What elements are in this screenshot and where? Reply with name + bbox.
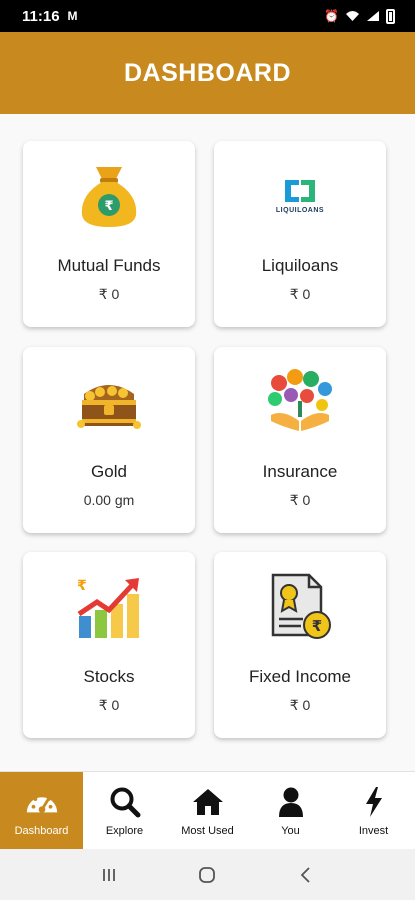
status-time: 11:16	[22, 7, 60, 25]
svg-text:₹: ₹	[77, 578, 87, 594]
svg-text:₹: ₹	[104, 199, 113, 214]
nav-most-used[interactable]: Most Used	[166, 772, 249, 849]
bottom-nav: Dashboard Explore Most Used You Invest	[0, 771, 415, 849]
status-right: ⏰	[324, 8, 395, 24]
dashboard-content: ₹ Mutual Funds ₹ 0 LIQUILOANS Liquiloans…	[0, 114, 415, 771]
card-title: Fixed Income	[248, 667, 352, 686]
system-nav-bar	[0, 849, 415, 900]
nav-you[interactable]: You	[249, 772, 332, 849]
nav-label: Invest	[358, 825, 389, 837]
speedometer-icon	[24, 784, 60, 820]
card-value: ₹ 0	[98, 286, 120, 302]
alarm-icon: ⏰	[324, 9, 339, 23]
card-title: Gold	[91, 462, 127, 481]
liquiloans-logo: LIQUILOANS	[265, 161, 335, 231]
mail-icon: M	[67, 9, 78, 23]
card-value: ₹ 0	[289, 286, 311, 302]
card-title: Stocks	[83, 667, 135, 686]
card-title: Liquiloans	[261, 256, 339, 275]
nav-label: You	[281, 825, 300, 837]
recent-apps-icon	[103, 868, 116, 881]
status-bar: 11:16 M ⏰	[0, 0, 415, 32]
recent-apps-button[interactable]	[89, 860, 129, 890]
stocks-growth-icon: ₹	[74, 572, 144, 642]
nav-dashboard[interactable]: Dashboard	[0, 772, 83, 849]
nav-explore[interactable]: Explore	[83, 772, 166, 849]
treasure-chest-icon	[74, 367, 144, 437]
nav-label: Dashboard	[14, 825, 69, 837]
battery-icon	[386, 8, 395, 24]
liquiloans-logo-text: LIQUILOANS	[275, 207, 325, 214]
card-value: ₹ 0	[98, 697, 120, 713]
card-gold[interactable]: Gold 0.00 gm	[23, 347, 195, 533]
search-icon	[107, 784, 143, 820]
status-left: 11:16 M	[22, 8, 78, 25]
app-header: DASHBOARD	[0, 32, 415, 114]
back-button[interactable]	[286, 860, 326, 890]
nav-invest[interactable]: Invest	[332, 772, 415, 849]
svg-text:₹: ₹	[312, 617, 322, 635]
insurance-tree-icon	[265, 367, 335, 437]
card-title: Mutual Funds	[57, 256, 161, 275]
card-stocks[interactable]: ₹ Stocks ₹ 0	[23, 552, 195, 738]
nav-label: Most Used	[181, 825, 234, 837]
card-insurance[interactable]: Insurance ₹ 0	[214, 347, 386, 533]
card-liquiloans[interactable]: LIQUILOANS Liquiloans ₹ 0	[214, 141, 386, 327]
card-fixed-income[interactable]: ₹ Fixed Income ₹ 0	[214, 552, 386, 738]
card-title: Insurance	[262, 462, 338, 481]
card-value: 0.00 gm	[83, 492, 135, 508]
home-circle-icon	[199, 866, 216, 883]
lightning-icon	[356, 784, 392, 820]
nav-label: Explore	[105, 825, 144, 837]
certificate-icon: ₹	[265, 572, 335, 642]
home-icon	[190, 784, 226, 820]
card-value: ₹ 0	[289, 492, 311, 508]
home-button[interactable]	[187, 860, 227, 890]
user-icon	[273, 784, 309, 820]
money-bag-icon: ₹	[74, 161, 144, 231]
back-icon	[300, 866, 310, 883]
card-value: ₹ 0	[289, 697, 311, 713]
card-mutual-funds[interactable]: ₹ Mutual Funds ₹ 0	[23, 141, 195, 327]
signal-icon	[367, 11, 379, 21]
page-title: DASHBOARD	[124, 58, 291, 87]
wifi-icon	[346, 11, 359, 21]
